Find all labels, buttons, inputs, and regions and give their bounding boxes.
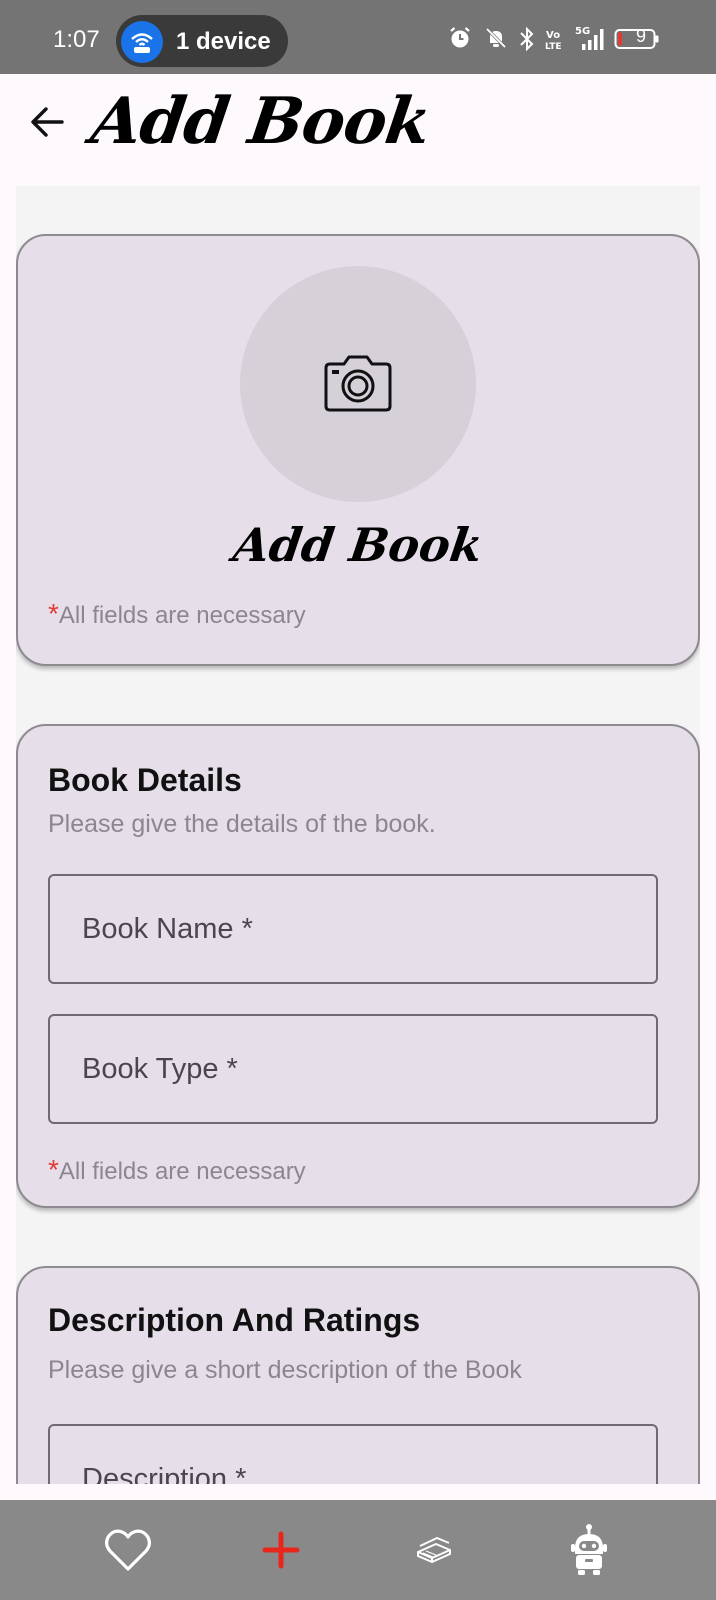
- book-type-field[interactable]: [48, 1014, 658, 1124]
- required-note: *All fields are necessary: [48, 598, 306, 630]
- svg-text:Vo: Vo: [546, 30, 560, 41]
- alarm-icon: [448, 26, 472, 55]
- books-icon: [417, 1537, 451, 1563]
- camera-icon: [324, 355, 392, 412]
- card-title: Add Book: [230, 518, 486, 572]
- svg-text:5G: 5G: [575, 26, 590, 37]
- section-subtitle: Please give a short description of the B…: [48, 1356, 522, 1384]
- content-scroll-area[interactable]: Add Book *All fields are necessary Book …: [16, 186, 700, 1484]
- arrow-back-icon: [31, 107, 64, 137]
- assistant-nav-button[interactable]: [561, 1522, 617, 1578]
- battery-level: 9: [635, 26, 646, 46]
- required-note-text: All fields are necessary: [58, 1158, 306, 1185]
- bottom-gap: [0, 1484, 716, 1500]
- plus-icon: [262, 1531, 300, 1569]
- bottom-nav: [0, 1500, 716, 1600]
- heart-icon: [105, 1529, 151, 1571]
- bluetooth-icon: [518, 26, 536, 57]
- description-field[interactable]: [48, 1424, 658, 1484]
- svg-text:LTE: LTE: [545, 42, 562, 52]
- robot-icon: [571, 1524, 607, 1575]
- 5g-signal-icon: 5G: [572, 24, 606, 57]
- mute-icon: [484, 26, 508, 55]
- book-name-field[interactable]: [48, 874, 658, 984]
- description-input[interactable]: [50, 1426, 656, 1484]
- add-photo-button[interactable]: [240, 266, 476, 502]
- required-star: *: [48, 598, 59, 629]
- book-name-input[interactable]: [50, 876, 656, 982]
- hotspot-pill[interactable]: 1 device: [116, 15, 288, 67]
- required-note: *All fields are necessary: [48, 1154, 306, 1186]
- status-bar: 1:07 1 device Vo LTE 5G 9: [0, 0, 716, 74]
- section-subtitle: Please give the details of the book.: [48, 810, 436, 838]
- hotspot-label: 1 device: [176, 28, 271, 55]
- favorites-nav-button[interactable]: [100, 1522, 156, 1578]
- app-bar: Add Book: [0, 74, 716, 184]
- book-details-card: Book Details Please give the details of …: [16, 724, 700, 1208]
- status-time: 1:07: [53, 26, 100, 53]
- description-card: Description And Ratings Please give a sh…: [16, 1266, 700, 1484]
- required-note-text: All fields are necessary: [58, 602, 306, 629]
- section-title: Description And Ratings: [48, 1302, 421, 1338]
- library-nav-button[interactable]: [406, 1522, 462, 1578]
- section-title: Book Details: [48, 762, 242, 798]
- page-title: Add Book: [86, 84, 435, 159]
- add-book-nav-button[interactable]: [253, 1522, 309, 1578]
- required-star: *: [48, 1154, 59, 1185]
- back-button[interactable]: [26, 100, 70, 144]
- wifi-hotspot-icon: [121, 21, 163, 63]
- volte-icon: Vo LTE: [544, 28, 566, 57]
- book-type-input[interactable]: [50, 1016, 656, 1122]
- book-photo-card: Add Book *All fields are necessary: [16, 234, 700, 666]
